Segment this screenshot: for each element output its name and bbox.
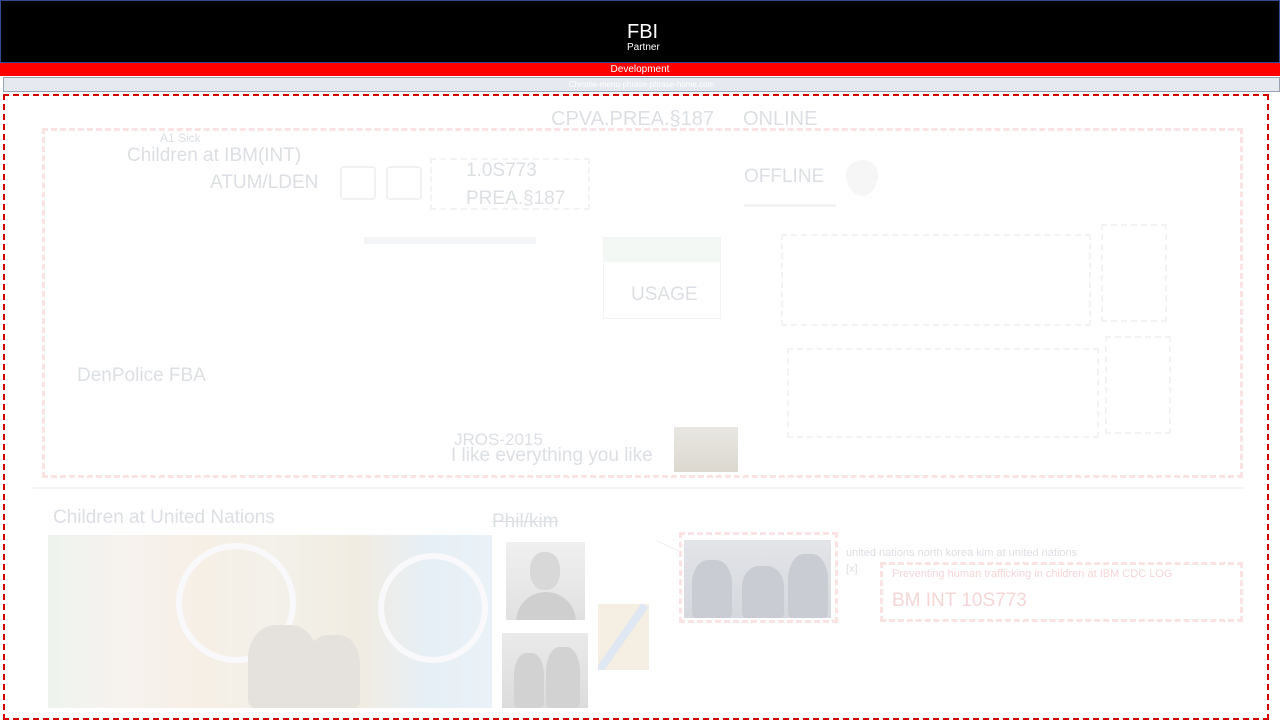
figure-left [514, 653, 544, 708]
small-label: A1 Sick [160, 131, 201, 145]
url-bar[interactable]: Chrome-menu-phrase-phrase-home.com [3, 77, 1280, 92]
meeting-figure-2 [742, 566, 784, 618]
pen-photo[interactable] [598, 604, 649, 670]
children-un-heading: Children at United Nations [53, 507, 275, 528]
red-note: Preventing human trafficking in children… [892, 568, 1173, 580]
pen-shape [598, 604, 649, 670]
close-link[interactable]: [x] [846, 563, 858, 575]
toggle-right[interactable] [386, 166, 422, 200]
child-figure-2 [306, 635, 360, 708]
chart-side-1 [1101, 224, 1167, 322]
portrait-body [516, 592, 576, 620]
header-title: FBI [627, 21, 659, 43]
chart-box-1 [781, 234, 1091, 326]
usage-label: USAGE [631, 284, 698, 305]
meeting-figure-3 [788, 554, 828, 618]
app-header: FBI Partner [0, 0, 1280, 63]
children-un-photo[interactable] [48, 535, 492, 708]
offline-status: OFFLINE [744, 166, 825, 187]
chart-box-2 [787, 348, 1099, 438]
atum-label: ATUM/LDEN [210, 172, 319, 193]
progress-bar [364, 237, 536, 244]
police-label: DenPolice FBA [77, 365, 206, 386]
code-line-2: PREA.§187 [466, 188, 566, 209]
code-line-1: 1.0S773 [466, 160, 537, 181]
portrait-head [530, 552, 560, 590]
meeting-photo[interactable] [684, 540, 831, 618]
phil-kim-heading: Phil/kim [492, 511, 559, 532]
chart-side-2 [1105, 336, 1171, 434]
environment-bar: Development [0, 63, 1280, 76]
meeting-figure-1 [692, 560, 732, 618]
un-emblem-right [378, 553, 488, 663]
offline-underline [744, 204, 836, 207]
portrait-photo-2[interactable] [502, 633, 588, 708]
usage-card[interactable] [603, 237, 721, 319]
section-divider [33, 487, 1243, 489]
usage-bar [604, 238, 720, 262]
caption-label: I like everything you like [451, 445, 653, 466]
thumbnail-image[interactable] [674, 427, 738, 472]
figure-right [546, 647, 580, 708]
children-ibm-label: Children at IBM(INT) [127, 145, 302, 166]
meeting-caption: united nations north korea kim at united… [846, 547, 1078, 559]
toggle-left[interactable] [340, 166, 376, 200]
header-subtitle: Partner [627, 42, 660, 53]
bm-code: BM INT 10S773 [892, 590, 1027, 611]
portrait-photo-1[interactable] [506, 542, 585, 620]
